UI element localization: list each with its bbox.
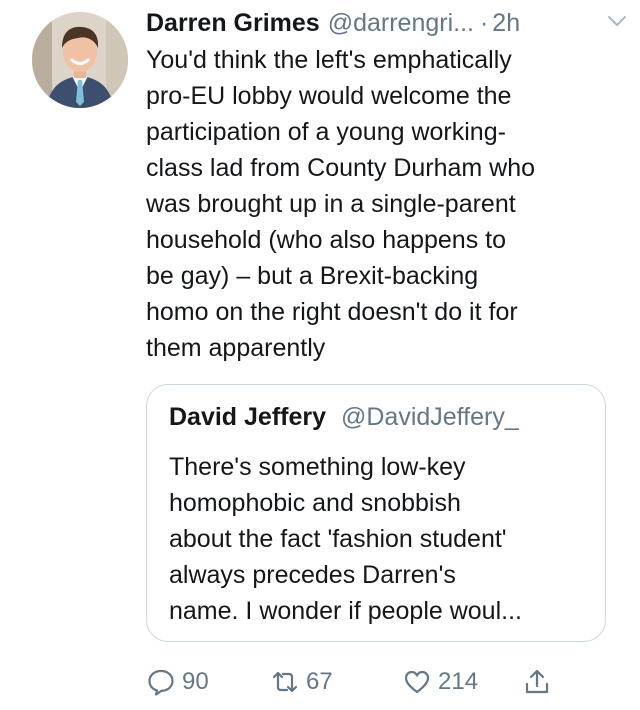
tweet-header: Darren Grimes @darrengri... · 2h bbox=[146, 6, 620, 40]
heart-icon bbox=[404, 670, 430, 694]
profile-photo-icon bbox=[32, 12, 128, 108]
separator: · bbox=[479, 9, 489, 37]
reply-count: 90 bbox=[182, 668, 209, 695]
timestamp[interactable]: 2h bbox=[492, 6, 520, 40]
quoted-tweet-header: David Jeffery @DavidJeffery_ bbox=[169, 399, 593, 435]
reply-button[interactable]: 90 bbox=[146, 662, 209, 702]
avatar[interactable] bbox=[32, 12, 128, 108]
author-handle[interactable]: @darrengri... bbox=[328, 6, 474, 40]
chevron-down-icon[interactable] bbox=[606, 10, 628, 32]
retweet-icon bbox=[272, 671, 298, 693]
quoted-tweet[interactable]: David Jeffery @DavidJeffery_ There's som… bbox=[146, 384, 606, 642]
share-icon bbox=[525, 669, 549, 694]
tweet-text: You'd think the left's emphatically pro-… bbox=[146, 46, 536, 362]
author-name[interactable]: Darren Grimes bbox=[146, 6, 320, 40]
action-bar: 90 67 214 bbox=[146, 662, 586, 702]
share-button[interactable] bbox=[522, 662, 558, 702]
retweet-count: 67 bbox=[306, 668, 333, 695]
quoted-author-handle: @DavidJeffery_ bbox=[340, 403, 519, 431]
quoted-author-name: David Jeffery bbox=[169, 403, 327, 431]
like-button[interactable]: 214 bbox=[402, 662, 478, 702]
reply-icon bbox=[148, 669, 174, 696]
quoted-tweet-text: There's something low-key homophobic and… bbox=[169, 453, 522, 625]
retweet-button[interactable]: 67 bbox=[270, 662, 333, 702]
tweet[interactable]: Darren Grimes @darrengri... · 2h You'd t… bbox=[0, 0, 640, 710]
like-count: 214 bbox=[438, 668, 479, 695]
